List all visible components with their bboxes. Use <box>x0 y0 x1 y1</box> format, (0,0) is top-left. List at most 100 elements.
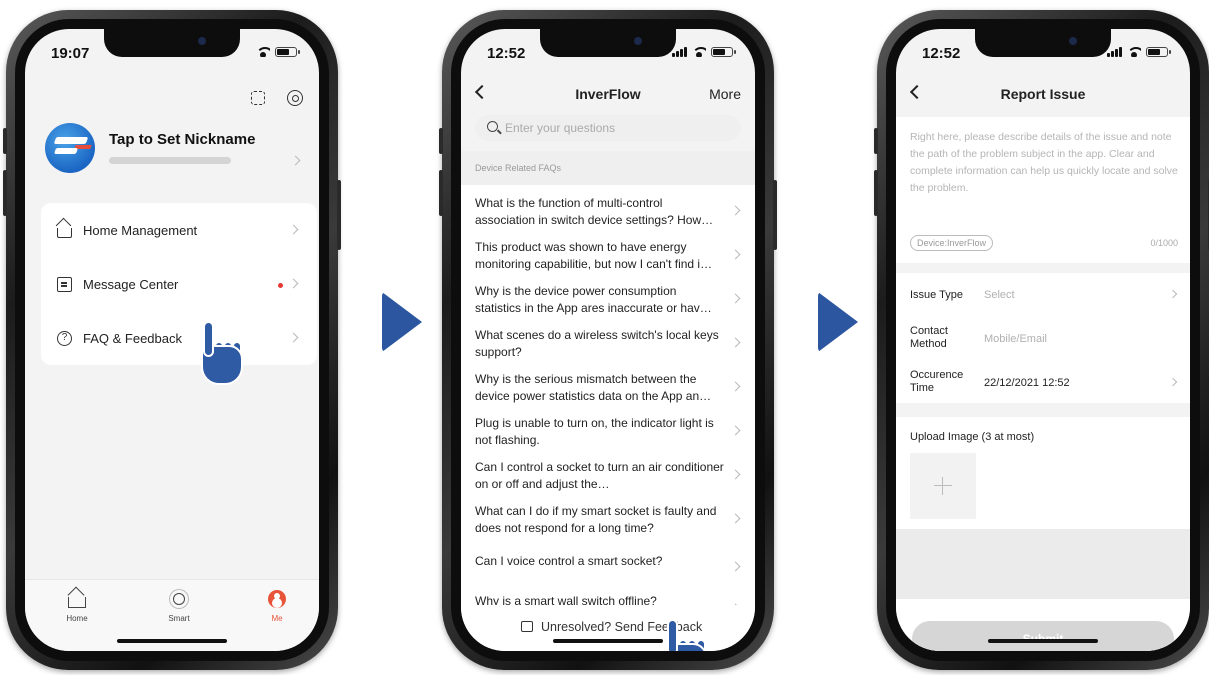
chevron-right-icon <box>730 249 741 260</box>
chevron-right-icon <box>1168 289 1178 299</box>
device-tag: Device:InverFlow <box>910 235 994 251</box>
home-indicator <box>117 639 227 643</box>
tap-hand-icon <box>201 321 245 389</box>
phone-frame-report: 12:52 Report Issue Right here, please de… <box>874 10 1209 670</box>
issue-type-select[interactable]: Issue Type Select <box>896 273 1190 317</box>
section-title: Device Related FAQs <box>475 163 562 173</box>
menu-card: Home Management Message Center ? FAQ & F… <box>41 203 317 365</box>
tab-smart[interactable]: Smart <box>149 590 209 623</box>
tab-home[interactable]: Home <box>47 590 107 623</box>
page-title: Report Issue <box>1000 86 1086 102</box>
avatar[interactable] <box>45 123 95 173</box>
settings-button[interactable] <box>287 89 305 107</box>
faq-item[interactable]: Why is the serious mismatch between the … <box>461 365 755 409</box>
signal-icon <box>1107 47 1122 57</box>
message-icon <box>521 621 533 632</box>
search-placeholder: Enter your questions <box>505 121 616 135</box>
home-icon <box>68 597 86 608</box>
battery-icon <box>275 47 300 57</box>
notch <box>540 29 676 57</box>
battery-icon <box>711 47 736 57</box>
scan-button[interactable] <box>251 89 269 107</box>
chevron-right-icon <box>730 205 741 216</box>
wifi-icon <box>256 47 270 57</box>
faq-item[interactable]: This product was shown to have energy mo… <box>461 233 755 277</box>
occurrence-time-picker[interactable]: Occurence Time 22/12/2021 12:52 <box>896 361 1190 405</box>
me-screen: 19:07 Tap to Set Nickname Home Managemen… <box>25 29 319 651</box>
send-feedback-button[interactable]: Unresolved? Send Feedback <box>461 605 755 651</box>
faq-item[interactable]: What scenes do a wireless switch's local… <box>461 321 755 365</box>
status-time: 12:52 <box>922 45 961 62</box>
profile-header[interactable]: Tap to Set Nickname <box>25 123 319 187</box>
scan-icon <box>251 91 265 105</box>
add-image-button[interactable] <box>910 453 976 519</box>
menu-item-label: Home Management <box>83 223 198 238</box>
nav-bar: Report Issue <box>896 75 1190 115</box>
next-step-arrow-icon <box>382 292 422 352</box>
description-placeholder: Right here, please describe details of t… <box>910 131 1178 194</box>
mute-switch <box>3 128 7 154</box>
next-step-arrow-icon <box>818 292 858 352</box>
search-input[interactable]: Enter your questions <box>475 115 741 141</box>
status-time: 19:07 <box>51 45 90 62</box>
wifi-icon <box>1127 47 1141 57</box>
notch <box>975 29 1111 57</box>
chevron-right-icon <box>730 337 741 348</box>
volume-up-button <box>3 170 7 216</box>
home-indicator <box>988 639 1098 643</box>
tab-label: Smart <box>168 614 190 623</box>
faq-item[interactable]: Plug is unable to turn on, the indicator… <box>461 409 755 453</box>
chevron-right-icon <box>288 278 299 289</box>
chevron-right-icon <box>1168 377 1178 387</box>
more-button[interactable]: More <box>709 86 741 102</box>
menu-item-label: Message Center <box>83 277 179 292</box>
unread-dot <box>278 283 283 288</box>
tab-me[interactable]: Me <box>247 590 307 623</box>
contact-method-field[interactable]: Contact Method Mobile/Email <box>896 317 1190 361</box>
gear-icon <box>287 90 303 106</box>
chevron-right-icon <box>730 381 741 392</box>
chevron-right-icon <box>730 425 741 436</box>
search-icon <box>487 121 498 132</box>
menu-item-home-management[interactable]: Home Management <box>41 203 317 257</box>
issue-form: Issue Type Select Contact Method Mobile/… <box>896 273 1190 403</box>
faq-item[interactable]: What is the function of multi-control as… <box>461 189 755 233</box>
phone-frame-faq: 12:52 InverFlow More Enter your question… <box>439 10 777 670</box>
faq-item[interactable]: Can I voice control a smart socket? <box>461 545 755 589</box>
menu-item-label: FAQ & Feedback <box>83 331 182 346</box>
upload-label: Upload Image (3 at most) <box>910 431 1035 443</box>
sun-icon <box>173 593 185 605</box>
phone-frame-me: 19:07 Tap to Set Nickname Home Managemen… <box>3 10 341 670</box>
signal-icon <box>672 47 687 57</box>
submit-button[interactable]: Submit <box>912 621 1174 651</box>
char-counter: 0/1000 <box>1150 238 1178 248</box>
chevron-right-icon <box>288 332 299 343</box>
menu-item-message-center[interactable]: Message Center <box>41 257 317 311</box>
faq-item[interactable]: Why is a smart wall switch offline? <box>461 587 755 605</box>
tab-label: Home <box>66 614 88 623</box>
blurred-email <box>109 157 231 164</box>
faq-item[interactable]: Why is the device power consumption stat… <box>461 277 755 321</box>
menu-item-faq-feedback[interactable]: ? FAQ & Feedback <box>41 311 317 365</box>
chevron-right-icon <box>730 561 741 572</box>
chevron-right-icon <box>730 513 741 524</box>
nickname-label: Tap to Set Nickname <box>109 131 256 148</box>
nav-bar: InverFlow More <box>461 75 755 115</box>
wifi-icon <box>692 47 706 57</box>
chevron-right-icon <box>730 293 741 304</box>
chevron-right-icon <box>730 469 741 480</box>
battery-icon <box>1146 47 1171 57</box>
report-issue-screen: 12:52 Report Issue Right here, please de… <box>896 29 1190 651</box>
message-icon <box>57 277 72 292</box>
section-header: Device Related FAQs <box>461 151 755 185</box>
issue-description-input[interactable]: Right here, please describe details of t… <box>896 117 1190 263</box>
house-icon <box>57 228 72 238</box>
faq-list: What is the function of multi-control as… <box>461 185 755 605</box>
notch <box>104 29 240 57</box>
status-time: 12:52 <box>487 45 526 62</box>
tap-hand-icon <box>665 619 709 651</box>
chevron-right-icon <box>288 224 299 235</box>
faq-item[interactable]: Can I control a socket to turn an air co… <box>461 453 755 497</box>
faq-item[interactable]: What can I do if my smart socket is faul… <box>461 497 755 541</box>
user-icon <box>268 590 286 608</box>
